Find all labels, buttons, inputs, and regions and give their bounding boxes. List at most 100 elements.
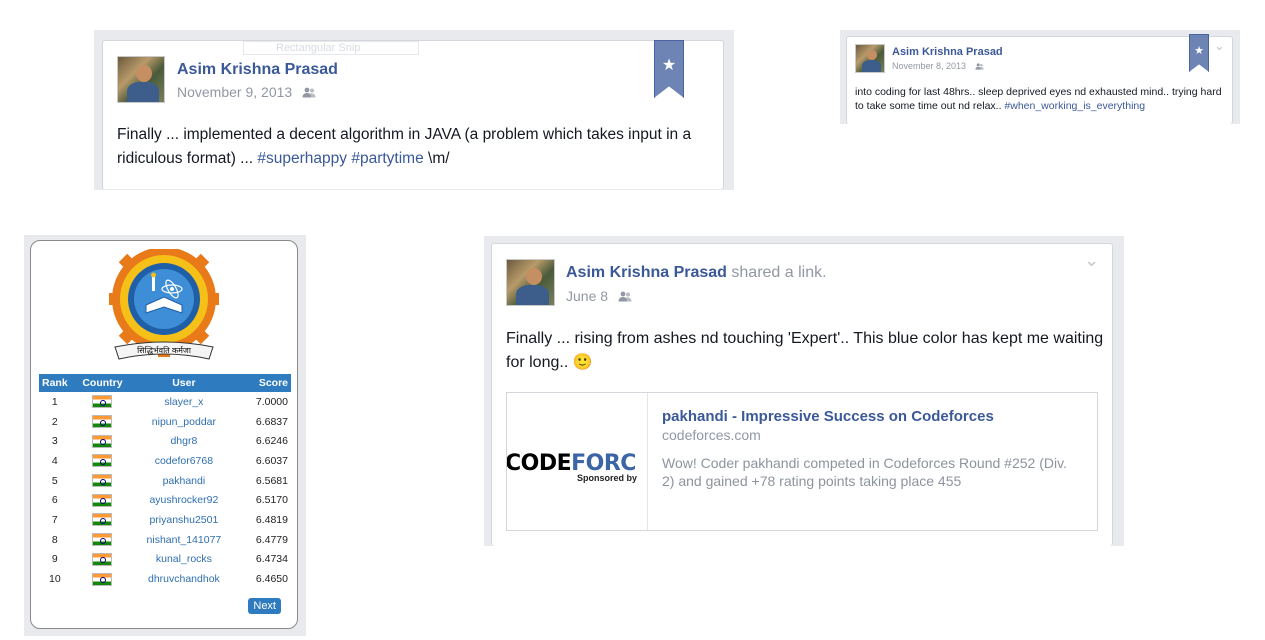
india-flag-icon xyxy=(92,513,113,527)
college-motto: सिद्धिर्भवति कर्मजा xyxy=(137,346,191,355)
country-cell xyxy=(71,550,135,570)
score-cell: 6.5170 xyxy=(255,494,288,507)
ranklist-row: 10 dhruvchandhok 6.4650 xyxy=(39,569,291,589)
ranklist-row: 4 codefor6768 6.6037 xyxy=(39,451,291,471)
india-flag-icon xyxy=(92,415,113,429)
user-link[interactable]: codefor6768 xyxy=(134,451,233,471)
post3-action: shared a link. xyxy=(726,264,827,281)
country-cell xyxy=(71,510,135,530)
score-cell: 6.4779 xyxy=(255,533,288,546)
col-header-rank: Rank xyxy=(39,374,71,392)
rank-cell: 10 xyxy=(49,573,61,586)
india-flag-icon xyxy=(92,493,113,507)
country-cell xyxy=(71,431,135,451)
post1-meta: November 9, 2013 xyxy=(177,84,316,101)
india-flag-icon xyxy=(92,434,113,448)
ranklist-row: 9 kunal_rocks 6.4734 xyxy=(39,550,291,570)
post3-date-link[interactable]: June 8 xyxy=(566,288,608,304)
score-cell: 6.4819 xyxy=(255,513,288,526)
col-header-user: User xyxy=(134,374,234,392)
post1-text: Finally ... implemented a decent algorit… xyxy=(117,123,717,171)
score-cell: 6.6837 xyxy=(255,415,288,428)
post2-hashtag[interactable]: #when_working_is_everything xyxy=(1004,100,1145,112)
user-link[interactable]: kunal_rocks xyxy=(134,550,233,570)
user-link[interactable]: nishant_141077 xyxy=(134,530,233,550)
post2-date-link[interactable]: November 8, 2013 xyxy=(892,61,966,71)
link-title[interactable]: pakhandi - Impressive Success on Codefor… xyxy=(662,408,994,425)
post1-avatar[interactable] xyxy=(117,56,165,103)
country-cell xyxy=(71,569,135,589)
friends-icon[interactable] xyxy=(302,85,316,101)
link-thumbnail[interactable]: CODEFORC Sponsored by xyxy=(507,393,648,530)
leaderboard-panel: सिद्धिर्भवति कर्मजा Rank Country User Sc… xyxy=(30,240,298,629)
post3-author-link[interactable]: Asim Krishna Prasad xyxy=(566,264,727,281)
next-page-button[interactable]: Next xyxy=(248,598,281,614)
star-icon: ★ xyxy=(661,57,677,74)
shared-link-preview[interactable]: CODEFORC Sponsored by pakhandi - Impress… xyxy=(506,392,1098,531)
user-link[interactable]: pakhandi xyxy=(134,471,233,491)
post2-author-link[interactable]: Asim Krishna Prasad xyxy=(892,46,1003,58)
india-flag-icon xyxy=(92,395,113,409)
score-cell: 7.0000 xyxy=(255,395,288,408)
country-cell xyxy=(71,490,135,510)
col-header-country: Country xyxy=(70,374,135,392)
ranklist-row: 1 slayer_x 7.0000 xyxy=(39,392,291,412)
country-cell xyxy=(71,530,135,550)
friends-icon[interactable] xyxy=(974,62,984,72)
ranklist-header-row: Rank Country User Score xyxy=(39,374,291,392)
link-domain: codeforces.com xyxy=(662,427,761,443)
rank-cell: 5 xyxy=(51,474,58,487)
rank-cell: 7 xyxy=(51,513,58,526)
user-link[interactable]: priyanshu2501 xyxy=(134,510,233,530)
rank-cell: 3 xyxy=(51,435,58,448)
post1-date-link[interactable]: November 9, 2013 xyxy=(177,84,292,100)
post3-header: Asim Krishna Prasad shared a link. xyxy=(566,264,827,282)
link-description: Wow! Coder pakhandi competed in Codeforc… xyxy=(662,455,1067,489)
ranklist-row: 8 nishant_141077 6.4779 xyxy=(39,530,291,550)
india-flag-icon xyxy=(92,533,113,547)
country-cell xyxy=(71,412,135,432)
score-cell: 6.6246 xyxy=(255,435,288,448)
user-link[interactable]: dhgr8 xyxy=(134,431,233,451)
score-cell: 6.4734 xyxy=(255,553,288,566)
rank-cell: 4 xyxy=(51,454,58,467)
post2-avatar[interactable] xyxy=(855,44,885,73)
ranklist-row: 5 pakhandi 6.5681 xyxy=(39,471,291,491)
post2-options-chevron-icon[interactable]: ⌄ xyxy=(1214,38,1225,54)
friends-icon[interactable] xyxy=(618,289,632,305)
user-link[interactable]: ayushrocker92 xyxy=(134,490,233,510)
user-link[interactable]: nipun_poddar xyxy=(134,412,233,432)
ranklist-row: 6 ayushrocker92 6.5170 xyxy=(39,490,291,510)
post1-text-end: \m/ xyxy=(423,150,450,167)
india-flag-icon xyxy=(92,552,113,566)
ranklist-body: 1 slayer_x 7.0000 2 nipun_poddar 6.6837 3 dhgr8… xyxy=(39,392,291,589)
ranklist-table: Rank Country User Score 1 slayer_x 7.0000 2… xyxy=(39,374,291,589)
college-logo: सिद्धिर्भवति कर्मजा xyxy=(106,241,222,364)
country-cell xyxy=(71,471,135,491)
rank-cell: 9 xyxy=(51,553,58,566)
post3-meta: June 8 xyxy=(566,288,632,305)
rank-cell: 8 xyxy=(51,533,58,546)
logo-sponsor-text: Sponsored by xyxy=(577,473,638,483)
country-cell xyxy=(71,451,135,471)
ranklist-row: 2 nipun_poddar 6.6837 xyxy=(39,412,291,432)
rank-cell: 1 xyxy=(51,395,58,408)
col-header-score: Score xyxy=(233,374,291,392)
post3-text: Finally ... rising from ashes nd touchin… xyxy=(506,330,1104,371)
india-flag-icon xyxy=(92,572,113,586)
post1-author-link[interactable]: Asim Krishna Prasad xyxy=(177,61,338,79)
user-link[interactable]: slayer_x xyxy=(134,392,233,412)
score-cell: 6.6037 xyxy=(255,454,288,467)
post3-avatar[interactable] xyxy=(506,259,555,306)
india-flag-icon xyxy=(92,474,113,488)
rank-cell: 2 xyxy=(51,415,58,428)
score-cell: 6.5681 xyxy=(255,474,288,487)
post3-options-chevron-icon[interactable]: ⌄ xyxy=(1084,250,1099,271)
user-link[interactable]: dhruvchandhok xyxy=(134,569,233,589)
post2-text: into coding for last 48hrs.. sleep depri… xyxy=(855,85,1225,113)
snip-ghost-label: Rectangular Snip xyxy=(243,41,419,55)
logo-part-a: CODE xyxy=(507,451,572,476)
post1-hashtags[interactable]: #superhappy #partytime xyxy=(257,150,423,167)
star-icon: ★ xyxy=(1194,45,1204,57)
ranklist-row: 7 priyanshu2501 6.4819 xyxy=(39,510,291,530)
